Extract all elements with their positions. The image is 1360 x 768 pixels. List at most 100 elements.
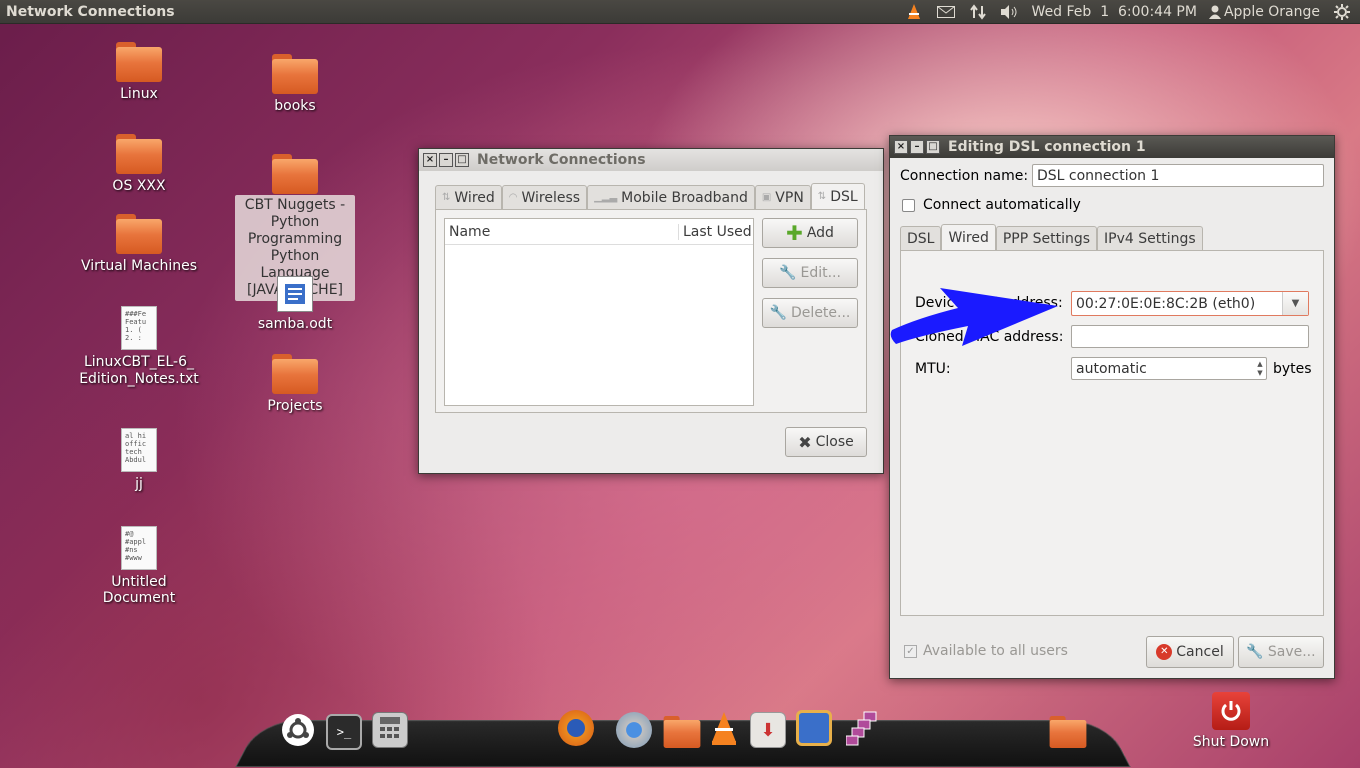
mail-icon[interactable] <box>936 3 956 21</box>
tab-wired[interactable]: ⇅ Wired <box>435 185 502 209</box>
active-window-title: Network Connections <box>6 3 175 20</box>
checkbox[interactable] <box>902 198 915 212</box>
folder-icon <box>272 354 318 394</box>
volume-icon[interactable] <box>1000 3 1020 21</box>
desktop-icon-label: Projects <box>267 398 323 414</box>
cloned-mac-field[interactable] <box>1071 325 1309 348</box>
firefox-icon[interactable] <box>558 710 594 746</box>
tab-ipv4-settings[interactable]: IPv4 Settings <box>1097 226 1203 250</box>
vlc-icon[interactable] <box>706 710 742 746</box>
desktop-icon-label: LinuxCBT_EL-6_ Edition_Notes.txt <box>79 354 199 387</box>
close-window-button[interactable]: × <box>423 153 437 167</box>
desktop-icon-label: OS XXX <box>112 178 166 194</box>
tab-panel: Name Last Used ✚ Add 🔧 Edit... 🔧 Delete.… <box>435 209 867 413</box>
shut-down-button[interactable]: Shut Down <box>1190 692 1272 750</box>
user-icon <box>1208 5 1221 19</box>
connect-automatically-checkbox[interactable]: Connect automatically <box>902 197 1081 213</box>
tab-dsl[interactable]: ⇅ DSL <box>810 183 865 209</box>
tab-ppp-settings[interactable]: PPP Settings <box>995 226 1098 250</box>
settings-tabs: DSL Wired PPP Settings IPv4 Settings <box>900 224 1203 250</box>
chevron-down-icon[interactable]: ▼ <box>1282 292 1308 315</box>
desktop-icon-projects[interactable]: Projects <box>230 354 360 414</box>
tab-wired[interactable]: Wired <box>941 224 996 250</box>
cancel-button[interactable]: ✕ Cancel <box>1146 636 1234 668</box>
lock-icon: ▣ <box>761 192 772 203</box>
desktop-icon-virtual-machines[interactable]: Virtual Machines <box>74 214 204 274</box>
blue-arrow-annotation <box>890 288 1058 346</box>
mtu-spinbox[interactable]: automatic ▲ ▼ <box>1071 357 1267 380</box>
minimize-window-button[interactable]: – <box>439 153 453 167</box>
device-mac-combo[interactable]: 00:27:0E:0E:8C:2B (eth0) ▼ <box>1071 291 1309 316</box>
tab-wireless[interactable]: ◠ Wireless <box>501 185 588 209</box>
gear-icon[interactable] <box>1332 3 1352 21</box>
workspaces-icon[interactable] <box>846 710 882 746</box>
check-icon: ✓ <box>904 644 917 658</box>
desktop-icon-linuxcbt-notes[interactable]: ###Fe Featu 1. (2. : LinuxCBT_EL-6_ Editio… <box>74 306 204 388</box>
user-name: Apple Orange <box>1223 3 1320 20</box>
desktop-icon-jj[interactable]: al hi offic tech Abdul jj <box>74 428 204 492</box>
desktop-icon-cbt-nuggets[interactable] <box>230 154 360 198</box>
ubuntu-icon[interactable] <box>282 714 314 746</box>
column-header-name[interactable]: Name <box>445 223 679 240</box>
installer-icon[interactable]: ⬇ <box>750 712 786 748</box>
wrench-icon: 🔧 <box>769 305 788 321</box>
delete-button[interactable]: 🔧 Delete... <box>762 298 858 328</box>
edit-button[interactable]: 🔧 Edit... <box>762 258 858 288</box>
connection-name-field[interactable]: DSL connection 1 <box>1032 164 1324 187</box>
wireless-icon: ◠ <box>508 192 518 203</box>
folder-icon <box>272 54 318 94</box>
add-button[interactable]: ✚ Add <box>762 218 858 248</box>
titlebar[interactable]: × – □ Editing DSL connection 1 <box>890 136 1334 158</box>
window-title: Network Connections <box>477 152 646 168</box>
home-folder-icon[interactable] <box>660 714 701 750</box>
column-header-last-used[interactable]: Last Used <box>679 224 752 240</box>
connection-type-tabs: ⇅ Wired ◠ Wireless ▁▂▃ Mobile Broadband ▣ VP… <box>435 183 865 209</box>
close-icon: ✖ <box>798 432 812 452</box>
titlebar[interactable]: × – □ Network Connections <box>419 149 883 171</box>
desktop-icon-books[interactable]: books <box>230 54 360 114</box>
close-window-button[interactable]: × <box>894 140 908 154</box>
vlc-tray-icon[interactable] <box>904 3 924 21</box>
terminal-icon[interactable]: >_ <box>326 714 362 750</box>
desktop-icon-os-xxx[interactable]: OS XXX <box>74 134 204 194</box>
available-to-all-users-checkbox[interactable]: ✓ Available to all users <box>904 643 1068 659</box>
spin-arrows-icon[interactable]: ▲ ▼ <box>1254 360 1266 378</box>
maximize-window-button[interactable]: □ <box>926 140 940 154</box>
folder-icon <box>116 214 162 254</box>
text-file-icon: #@ #appl #ns #www <box>121 526 157 570</box>
maximize-window-button[interactable]: □ <box>455 153 469 167</box>
folder-icon <box>272 154 318 194</box>
wired-icon: ⇅ <box>442 192 451 203</box>
close-button[interactable]: ✖ Close <box>785 427 867 457</box>
tab-vpn[interactable]: ▣ VPN <box>754 185 811 209</box>
virtualbox-icon[interactable] <box>796 710 832 746</box>
network-icon[interactable] <box>968 3 988 21</box>
wrench-icon: 🔧 <box>779 265 797 281</box>
tab-mobile-broadband[interactable]: ▁▂▃ Mobile Broadband <box>587 185 755 209</box>
desktop-icon-label: Virtual Machines <box>80 258 198 274</box>
tab-dsl[interactable]: DSL <box>900 226 942 250</box>
connection-name-label: Connection name: <box>900 168 1029 184</box>
chromium-icon[interactable] <box>616 712 652 748</box>
desktop-icon-linux[interactable]: Linux <box>74 42 204 102</box>
wrench-icon: 🔧 <box>1246 644 1264 660</box>
minimize-window-button[interactable]: – <box>910 140 924 154</box>
desktop-icon-samba[interactable]: samba.odt <box>230 276 360 332</box>
document-icon <box>277 276 313 312</box>
dsl-icon: ⇅ <box>817 191 827 202</box>
desktop-icon-label: Untitled Document <box>102 574 176 606</box>
editing-dsl-window: × – □ Editing DSL connection 1 Connectio… <box>889 135 1335 679</box>
top-panel: Network Connections Wed Feb 1 6:00:44 PM… <box>0 0 1360 24</box>
desktop-icon-label: jj <box>135 476 143 492</box>
folder-icon[interactable] <box>1046 714 1087 750</box>
save-button[interactable]: 🔧 Save... <box>1238 636 1324 668</box>
user-menu[interactable]: Apple Orange <box>1208 3 1320 20</box>
calculator-icon[interactable] <box>372 712 408 748</box>
connections-list[interactable]: Name Last Used <box>444 218 754 406</box>
dock-items: >_ ⬇ <box>0 708 1360 758</box>
desktop-icon-label: Linux <box>120 86 158 102</box>
desktop-icon-untitled-document[interactable]: #@ #appl #ns #www Untitled Document <box>74 526 204 606</box>
text-file-icon: ###Fe Featu 1. (2. : <box>121 306 157 350</box>
clock[interactable]: Wed Feb 1 6:00:44 PM <box>1032 4 1197 20</box>
power-icon <box>1212 692 1250 730</box>
